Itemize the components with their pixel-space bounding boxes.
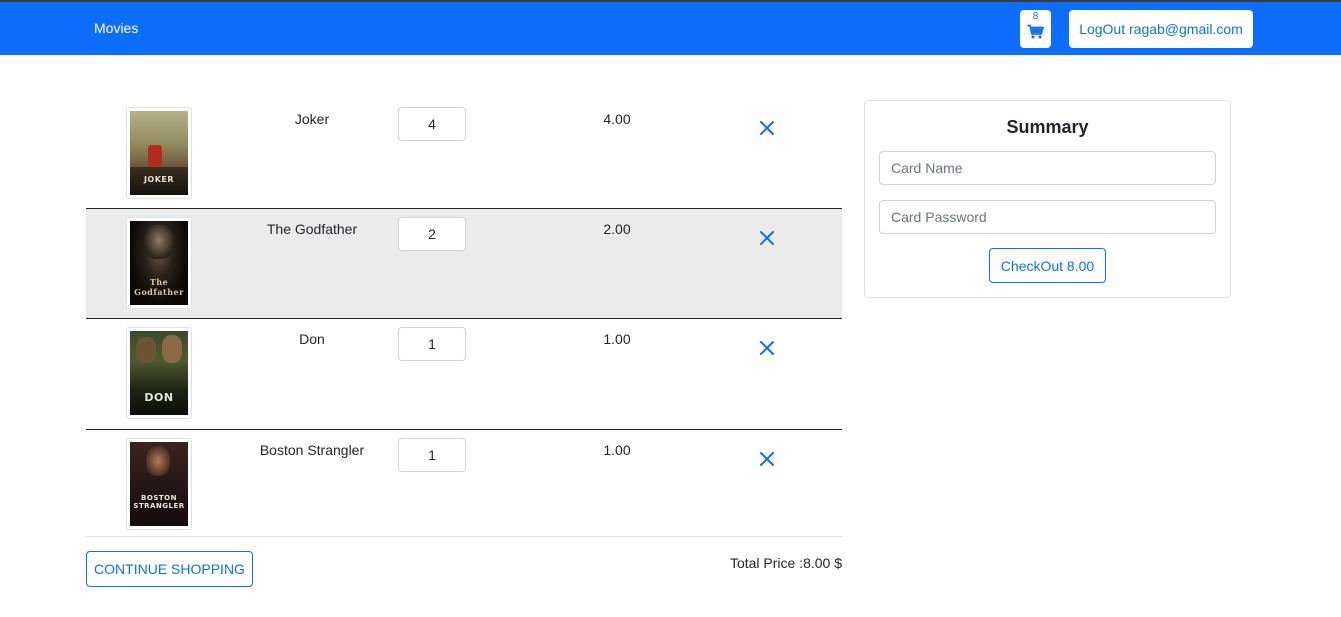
poster-thumbnail: The Godfather: [126, 217, 192, 309]
movie-title: Joker: [294, 111, 330, 127]
item-price: 1.00: [603, 442, 631, 458]
poster-caption: JOKER: [143, 175, 175, 184]
movie-title: Boston Strangler: [259, 442, 365, 458]
cart-row: BOSTON STRANGLER Boston Strangler 1 1.00: [86, 430, 842, 536]
cart-count-badge: 8: [1032, 11, 1039, 22]
cart-button[interactable]: 8: [1020, 10, 1051, 48]
poster-caption: BOSTON STRANGLER: [133, 494, 185, 510]
item-price: 4.00: [603, 111, 631, 127]
total-price: Total Price :8.00 $: [729, 555, 842, 571]
remove-item-icon[interactable]: [758, 229, 776, 247]
continue-shopping-button[interactable]: CONTINUE SHOPPING: [86, 551, 253, 587]
cart-row: The Godfather The Godfather 2 2.00: [86, 209, 842, 319]
godfather-poster-image: The Godfather: [130, 221, 188, 305]
brand-link[interactable]: Movies: [94, 20, 138, 36]
remove-item-icon[interactable]: [758, 119, 776, 137]
shopping-cart-icon: [1027, 24, 1044, 39]
cart-footer-divider: [86, 536, 842, 537]
card-name-field[interactable]: [879, 151, 1216, 185]
summary-title: Summary: [1006, 117, 1089, 137]
poster-thumbnail: DON: [126, 327, 192, 419]
quantity-input[interactable]: 2: [398, 217, 466, 251]
movie-title: Don: [299, 331, 325, 347]
poster-thumbnail: JOKER: [126, 107, 192, 199]
cart-row: DON Don 1 1.00: [86, 319, 842, 430]
item-price: 2.00: [603, 221, 631, 237]
cart-row: JOKER Joker 4 4.00: [86, 99, 842, 209]
joker-poster-image: JOKER: [130, 111, 188, 195]
boston-strangler-poster-image: BOSTON STRANGLER: [130, 442, 188, 526]
remove-item-icon[interactable]: [758, 339, 776, 357]
poster-thumbnail: BOSTON STRANGLER: [126, 438, 192, 530]
quantity-input[interactable]: 4: [398, 107, 466, 141]
navbar: Movies 8 LogOut ragab@gmail.com: [0, 0, 1341, 55]
remove-item-icon[interactable]: [758, 450, 776, 468]
summary-card: Summary CheckOut 8.00: [864, 100, 1231, 298]
poster-caption: DON: [144, 391, 174, 404]
don-poster-image: DON: [130, 331, 188, 415]
quantity-input[interactable]: 1: [398, 327, 466, 361]
checkout-button[interactable]: CheckOut 8.00: [989, 248, 1106, 283]
logout-button[interactable]: LogOut ragab@gmail.com: [1069, 10, 1253, 48]
item-price: 1.00: [603, 331, 631, 347]
quantity-input[interactable]: 1: [398, 438, 466, 472]
poster-caption: The Godfather: [134, 277, 184, 297]
card-password-field[interactable]: [879, 200, 1216, 234]
movie-title: The Godfather: [266, 221, 358, 237]
